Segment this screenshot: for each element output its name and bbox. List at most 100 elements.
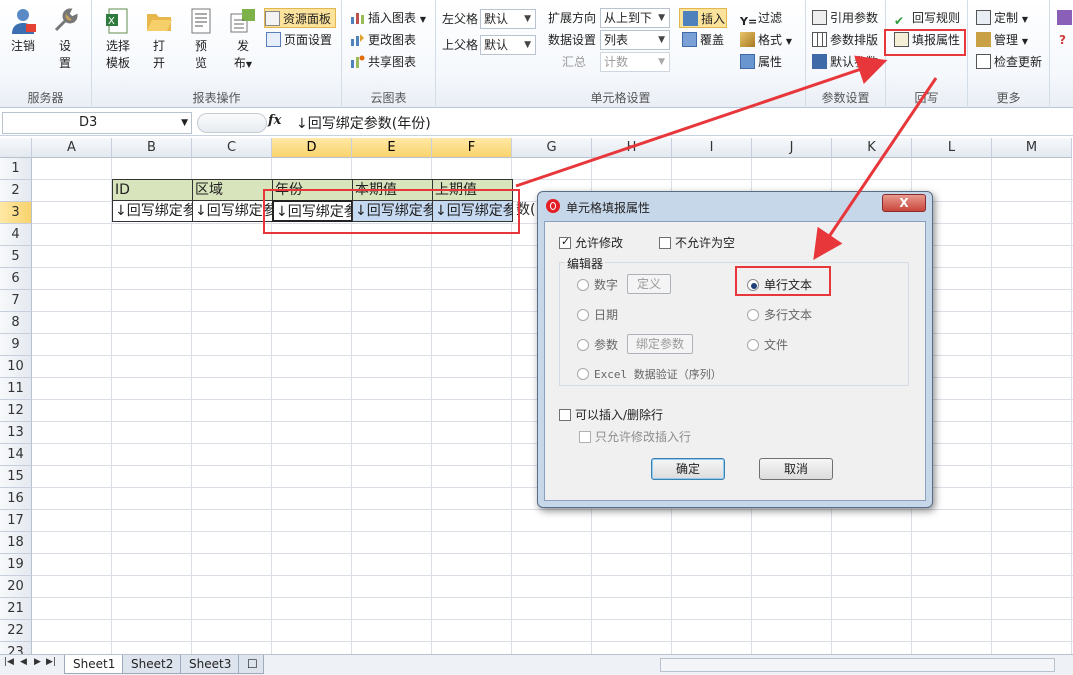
column-header-f[interactable]: F <box>432 138 512 158</box>
ok-button[interactable]: 确定 <box>651 458 725 480</box>
dialog-titlebar[interactable]: 单元格填报属性 X <box>538 192 932 220</box>
row-header-2[interactable]: 2 <box>0 180 32 202</box>
only-edit-insert-checkbox[interactable]: 只允许修改插入行 <box>579 430 691 444</box>
cancel-button[interactable]: 取消 <box>759 458 833 480</box>
radio-file[interactable]: 文件 <box>747 338 788 352</box>
sheet-tab-2[interactable]: Sheet2 <box>122 655 183 674</box>
format-button[interactable]: 格式 ▼ <box>740 30 792 50</box>
column-header-h[interactable]: H <box>592 138 672 158</box>
column-header-c[interactable]: C <box>192 138 272 158</box>
data-setting-select[interactable]: 列表 ▼ <box>600 30 670 50</box>
radio-date[interactable]: 日期 <box>577 308 618 322</box>
allow-insert-delete-checkbox[interactable]: 可以插入/删除行 <box>559 408 663 422</box>
row-header-5[interactable]: 5 <box>0 246 32 268</box>
open-button[interactable]: 打 开 <box>144 6 174 72</box>
top-parent-select[interactable]: 默认 ▼ <box>480 35 536 55</box>
row-header-6[interactable]: 6 <box>0 268 32 290</box>
row-header-3[interactable]: 3 <box>0 202 32 224</box>
default-param-button[interactable]: 默认参数 <box>812 52 878 72</box>
row-header-17[interactable]: 17 <box>0 510 32 532</box>
help-icon[interactable]: ? <box>1059 30 1066 50</box>
row-header-7[interactable]: 7 <box>0 290 32 312</box>
select-template-button[interactable]: X 选择 模板 <box>100 6 136 72</box>
fx-icon[interactable]: fx <box>268 113 281 128</box>
sheet-tab-1[interactable]: Sheet1 <box>64 655 125 674</box>
resource-panel-button[interactable]: 资源面板 <box>264 8 336 28</box>
writeback-rule-button[interactable]: ✔ 回写规则 <box>894 8 960 28</box>
row-header-11[interactable]: 11 <box>0 378 32 400</box>
customize-button[interactable]: 定制 ▼ <box>976 8 1028 28</box>
row-header-23[interactable]: 23 <box>0 642 32 654</box>
cell-c3[interactable]: ↓回写绑定参 <box>192 200 273 222</box>
row-header-22[interactable]: 22 <box>0 620 32 642</box>
row-header-19[interactable]: 19 <box>0 554 32 576</box>
column-header-i[interactable]: I <box>672 138 752 158</box>
next-sheet-icon[interactable]: ▶ <box>34 657 41 667</box>
row-header-1[interactable]: 1 <box>0 158 32 180</box>
column-header-l[interactable]: L <box>912 138 992 158</box>
check-update-button[interactable]: 检查更新 <box>976 52 1042 72</box>
insert-chart-button[interactable]: 插入图表 ▼ <box>350 8 426 28</box>
preview-button[interactable]: 预 览 <box>186 6 216 72</box>
row-header-9[interactable]: 9 <box>0 334 32 356</box>
first-sheet-icon[interactable]: |◀ <box>4 657 14 667</box>
expand-direction-select[interactable]: 从上到下 ▼ <box>600 8 670 28</box>
publish-button[interactable]: 发 布▼ <box>226 6 260 73</box>
bind-param-button[interactable]: 绑定参数 <box>627 334 693 354</box>
row-header-10[interactable]: 10 <box>0 356 32 378</box>
cell-c2[interactable]: 区域 <box>192 179 273 201</box>
allow-edit-checkbox[interactable]: 允许修改 <box>559 235 623 250</box>
row-header-21[interactable]: 21 <box>0 598 32 620</box>
package-icon[interactable] <box>1057 8 1073 28</box>
property-button[interactable]: 属性 <box>740 52 782 72</box>
logout-button[interactable]: 注销 <box>6 6 40 55</box>
sheet-tab-3[interactable]: Sheet3 <box>180 655 241 674</box>
not-null-checkbox[interactable]: 不允许为空 <box>659 236 735 250</box>
settings-button[interactable]: 设 置 <box>48 6 82 72</box>
cell-b2[interactable]: ID <box>112 179 193 201</box>
select-all-corner[interactable] <box>0 138 32 158</box>
row-header-13[interactable]: 13 <box>0 422 32 444</box>
share-chart-button[interactable]: 共享图表 <box>350 52 416 72</box>
horizontal-scrollbar[interactable] <box>660 658 1055 672</box>
formula-input[interactable]: ↓回写绑定参数(年份) <box>296 113 431 133</box>
column-header-a[interactable]: A <box>32 138 112 158</box>
filter-button[interactable]: Y=过滤 <box>740 8 782 28</box>
column-header-j[interactable]: J <box>752 138 832 158</box>
row-header-14[interactable]: 14 <box>0 444 32 466</box>
param-layout-button[interactable]: 参数排版 <box>812 30 878 50</box>
ref-param-button[interactable]: 引用参数 <box>812 8 878 28</box>
radio-number[interactable]: 数字 <box>577 278 618 292</box>
last-sheet-icon[interactable]: ▶| <box>46 657 56 667</box>
page-setup-button[interactable]: 页面设置 <box>266 30 332 50</box>
row-header-15[interactable]: 15 <box>0 466 32 488</box>
radio-param[interactable]: 参数 <box>577 338 618 352</box>
column-header-m[interactable]: M <box>992 138 1072 158</box>
manage-button[interactable]: 管理 ▼ <box>976 30 1028 50</box>
left-parent-select[interactable]: 默认 ▼ <box>480 9 536 29</box>
new-sheet-icon[interactable]: ☐ <box>238 655 264 674</box>
radio-multi-text[interactable]: 多行文本 <box>747 308 812 322</box>
name-box[interactable]: D3 ▼ <box>2 112 192 134</box>
row-header-4[interactable]: 4 <box>0 224 32 246</box>
column-header-g[interactable]: G <box>512 138 592 158</box>
row-header-16[interactable]: 16 <box>0 488 32 510</box>
row-header-20[interactable]: 20 <box>0 576 32 598</box>
cell-b3[interactable]: ↓回写绑定参 <box>112 200 193 222</box>
change-chart-button[interactable]: 更改图表 <box>350 30 416 50</box>
cover-button[interactable]: 覆盖 <box>682 30 724 50</box>
summary-select[interactable]: 计数 ▼ <box>600 52 670 72</box>
insert-button[interactable]: 插入 <box>679 8 727 28</box>
row-header-12[interactable]: 12 <box>0 400 32 422</box>
column-header-e[interactable]: E <box>352 138 432 158</box>
define-button[interactable]: 定义 <box>627 274 671 294</box>
close-button[interactable]: X <box>882 194 926 212</box>
select-template-label: 选择 模板 <box>105 39 130 70</box>
row-header-18[interactable]: 18 <box>0 532 32 554</box>
column-header-d[interactable]: D <box>272 138 352 158</box>
radio-excel-validation[interactable]: Excel 数据验证（序列） <box>577 368 722 382</box>
column-header-k[interactable]: K <box>832 138 912 158</box>
column-header-b[interactable]: B <box>112 138 192 158</box>
prev-sheet-icon[interactable]: ◀ <box>20 657 27 667</box>
row-header-8[interactable]: 8 <box>0 312 32 334</box>
